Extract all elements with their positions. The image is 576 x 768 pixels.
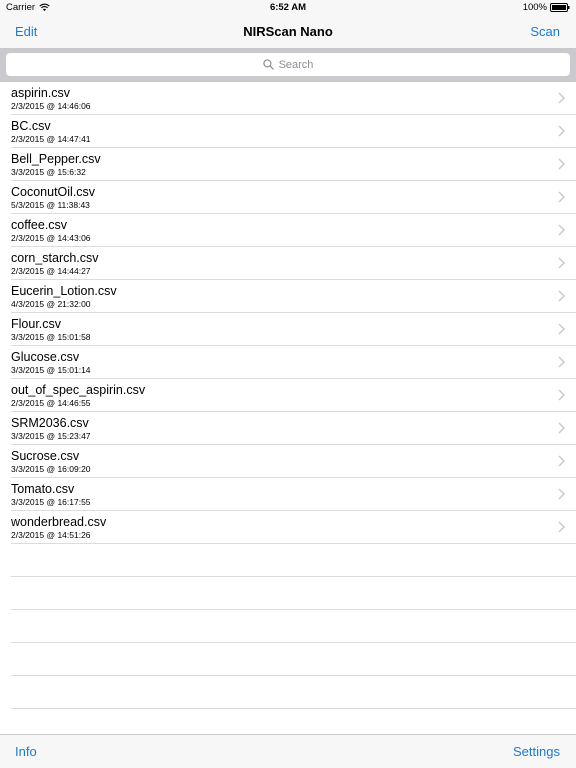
chevron-right-icon: [558, 158, 565, 170]
file-date: 3/3/2015 @ 15:01:58: [11, 332, 91, 342]
file-name: SRM2036.csv: [11, 416, 89, 430]
list-item[interactable]: Sucrose.csv 3/3/2015 @ 16:09:20: [0, 445, 576, 478]
file-name: Tomato.csv: [11, 482, 75, 496]
file-date: 3/3/2015 @ 16:17:55: [11, 497, 91, 507]
file-list: aspirin.csv 2/3/2015 @ 14:46:06 BC.csv 2…: [0, 82, 576, 742]
file-date: 2/3/2015 @ 14:51:26: [11, 530, 91, 540]
search-icon: [262, 59, 274, 70]
chevron-right-icon: [558, 125, 565, 137]
page-title: NIRScan Nano: [243, 24, 333, 39]
settings-button[interactable]: Settings: [513, 744, 560, 759]
file-name: CoconutOil.csv: [11, 185, 96, 199]
info-button[interactable]: Info: [15, 744, 37, 759]
empty-row: [0, 643, 576, 676]
list-item[interactable]: BC.csv 2/3/2015 @ 14:47:41: [0, 115, 576, 148]
list-item[interactable]: SRM2036.csv 3/3/2015 @ 15:23:47: [0, 412, 576, 445]
chevron-right-icon: [558, 488, 565, 500]
app: Carrier 6:52 AM 100% Edit NIRScan Nano S…: [0, 0, 576, 768]
status-bar: Carrier 6:52 AM 100%: [0, 0, 576, 16]
file-name: Sucrose.csv: [11, 449, 80, 463]
chevron-right-icon: [558, 356, 565, 368]
navigation-bar: Edit NIRScan Nano Scan: [0, 16, 576, 48]
chevron-right-icon: [558, 389, 565, 401]
file-name: aspirin.csv: [11, 86, 71, 100]
file-date: 4/3/2015 @ 21:32:00: [11, 299, 91, 309]
list-item[interactable]: Bell_Pepper.csv 3/3/2015 @ 15:6:32: [0, 148, 576, 181]
file-name: out_of_spec_aspirin.csv: [11, 383, 146, 397]
file-date: 3/3/2015 @ 16:09:20: [11, 464, 91, 474]
search-input[interactable]: Search: [6, 53, 570, 76]
list-item[interactable]: wonderbread.csv 2/3/2015 @ 14:51:26: [0, 511, 576, 544]
chevron-right-icon: [558, 224, 565, 236]
list-item[interactable]: aspirin.csv 2/3/2015 @ 14:46:06: [0, 82, 576, 115]
list-item[interactable]: corn_starch.csv 2/3/2015 @ 14:44:27: [0, 247, 576, 280]
empty-row: [0, 610, 576, 643]
file-name: Glucose.csv: [11, 350, 80, 364]
chevron-right-icon: [558, 191, 565, 203]
search-placeholder: Search: [278, 58, 314, 71]
search-bar: Search: [0, 48, 576, 82]
status-right: 100%: [523, 2, 570, 13]
chevron-right-icon: [558, 422, 565, 434]
battery-icon: [550, 3, 570, 12]
list-item[interactable]: Glucose.csv 3/3/2015 @ 15:01:14: [0, 346, 576, 379]
empty-row: [0, 544, 576, 577]
file-name: coffee.csv: [11, 218, 68, 232]
file-date: 2/3/2015 @ 14:47:41: [11, 134, 91, 144]
empty-row: [0, 577, 576, 610]
file-date: 2/3/2015 @ 14:44:27: [11, 266, 91, 276]
chevron-right-icon: [558, 323, 565, 335]
list-item[interactable]: Flour.csv 3/3/2015 @ 15:01:58: [0, 313, 576, 346]
scan-button[interactable]: Scan: [530, 24, 560, 39]
empty-row: [0, 676, 576, 709]
status-time: 6:52 AM: [269, 2, 307, 13]
file-name: wonderbread.csv: [11, 515, 107, 529]
list-item[interactable]: Tomato.csv 3/3/2015 @ 16:17:55: [0, 478, 576, 511]
chevron-right-icon: [558, 92, 565, 104]
file-date: 2/3/2015 @ 14:46:55: [11, 398, 91, 408]
list-item[interactable]: coffee.csv 2/3/2015 @ 14:43:06: [0, 214, 576, 247]
bottom-toolbar: Info Settings: [0, 734, 576, 768]
chevron-right-icon: [558, 290, 565, 302]
file-name: BC.csv: [11, 119, 51, 133]
file-date: 3/3/2015 @ 15:6:32: [11, 167, 86, 177]
chevron-right-icon: [558, 455, 565, 467]
file-date: 3/3/2015 @ 15:23:47: [11, 431, 91, 441]
file-name: Flour.csv: [11, 317, 62, 331]
chevron-right-icon: [558, 521, 565, 533]
file-name: Eucerin_Lotion.csv: [11, 284, 117, 298]
file-date: 2/3/2015 @ 14:46:06: [11, 101, 91, 111]
file-name: corn_starch.csv: [11, 251, 99, 265]
chevron-right-icon: [558, 257, 565, 269]
file-date: 2/3/2015 @ 14:43:06: [11, 233, 91, 243]
list-item[interactable]: Eucerin_Lotion.csv 4/3/2015 @ 21:32:00: [0, 280, 576, 313]
list-item[interactable]: CoconutOil.csv 5/3/2015 @ 11:38:43: [0, 181, 576, 214]
file-name: Bell_Pepper.csv: [11, 152, 101, 166]
file-date: 5/3/2015 @ 11:38:43: [11, 200, 90, 210]
list-item[interactable]: out_of_spec_aspirin.csv 2/3/2015 @ 14:46…: [0, 379, 576, 412]
file-date: 3/3/2015 @ 15:01:14: [11, 365, 91, 375]
battery-percent: 100%: [522, 2, 547, 13]
